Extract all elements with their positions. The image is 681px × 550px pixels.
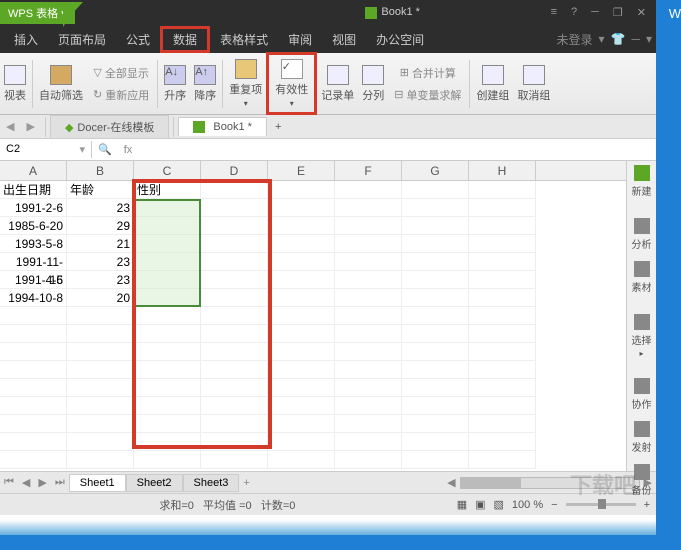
chevron-right-icon: ▸ xyxy=(639,349,643,358)
app-name-badge[interactable]: WPS 表格 ▾ xyxy=(0,2,75,24)
chevron-down-icon: ▾ xyxy=(290,99,294,108)
column-headers[interactable]: ABCDEFGH xyxy=(0,161,626,181)
name-box[interactable]: C2 ▾ xyxy=(0,141,92,158)
sort-desc-button[interactable]: A↑降序 xyxy=(190,63,220,105)
menu-formula[interactable]: 公式 xyxy=(116,26,160,53)
external-text: W xyxy=(669,6,681,21)
data-rows[interactable]: 出生日期年龄性别 1991-2-623 1985-6-2029 1993-5-8… xyxy=(0,181,626,469)
tab-prev-icon[interactable]: ◀ xyxy=(0,120,20,133)
minimize-button[interactable]: ─ xyxy=(591,6,599,19)
close-button[interactable]: ✕ xyxy=(637,6,646,19)
fx-icon[interactable]: 🔍 xyxy=(92,143,118,156)
formula-bar: C2 ▾ 🔍 fx xyxy=(0,139,656,161)
sheet-first-icon[interactable]: ⏮ xyxy=(0,476,18,489)
menu-office-space[interactable]: 办公空间 xyxy=(366,26,434,53)
sheet-prev-icon[interactable]: ◀ xyxy=(18,476,34,489)
hscrollbar[interactable] xyxy=(460,477,640,489)
zoom-level[interactable]: 100 % xyxy=(512,499,543,511)
chevron-down-icon: ▾ xyxy=(61,8,67,20)
zoom-in-button[interactable]: + xyxy=(644,499,650,511)
sheet-last-icon[interactable]: ⏭ xyxy=(51,476,69,489)
menu-page-layout[interactable]: 页面布局 xyxy=(48,26,116,53)
chevron-down-icon: ▾ xyxy=(79,143,85,156)
menu-data[interactable]: 数据 xyxy=(160,26,210,53)
formula-input[interactable] xyxy=(138,144,656,156)
side-analyze[interactable]: 分析 xyxy=(632,218,652,251)
new-tab-button[interactable]: + xyxy=(267,121,289,133)
fx-label[interactable]: fx xyxy=(118,144,139,156)
tab-docer[interactable]: ◆Docer-在线模板 xyxy=(50,115,169,138)
chevron-down-icon: ▾ xyxy=(244,99,248,108)
hscroll-left-icon[interactable]: ◀ xyxy=(443,476,459,489)
spreadsheet-grid[interactable]: ABCDEFGH 出生日期年龄性别 1991-2-623 1985-6-2029… xyxy=(0,161,626,471)
sheet-tab-1[interactable]: Sheet1 xyxy=(69,474,126,492)
auto-filter-button[interactable]: 自动筛选 xyxy=(35,63,87,105)
pivot-table-button[interactable]: 视表 xyxy=(0,63,30,105)
side-collab[interactable]: 协作 xyxy=(632,378,652,411)
show-all-icon: ▽ xyxy=(93,66,101,79)
status-count: 计数=0 xyxy=(261,500,296,512)
docer-icon: ◆ xyxy=(65,121,73,134)
menu-bar: 插入 页面布局 公式 数据 表格样式 审阅 视图 办公空间 未登录 ▾ 👕 ─ … xyxy=(0,25,656,53)
reapply-button[interactable]: 重新应用 xyxy=(105,87,149,103)
consolidate-icon: ⊞ xyxy=(400,66,409,79)
chevron-down-icon[interactable]: ▾ xyxy=(646,32,652,46)
document-tab-bar: ◀ ▶ ◆Docer-在线模板 Book1 * + xyxy=(0,115,656,139)
view-break-icon[interactable]: ▧ xyxy=(494,498,504,511)
tab-book1[interactable]: Book1 * xyxy=(178,117,267,136)
side-new[interactable]: 新建 xyxy=(632,165,652,198)
ungroup-button[interactable]: 取消组 xyxy=(513,63,554,105)
tab-next-icon[interactable]: ▶ xyxy=(20,120,40,133)
side-material[interactable]: 素材 xyxy=(632,261,652,294)
side-send[interactable]: 发射 xyxy=(632,421,652,454)
sheet-tab-bar: ⏮ ◀ ▶ ⏭ Sheet1 Sheet2 Sheet3 + ◀ ▶ xyxy=(0,471,656,493)
zoom-slider[interactable] xyxy=(566,503,636,506)
duplicates-button[interactable]: 重复项▾ xyxy=(225,57,266,110)
skin-icon[interactable]: 👕 xyxy=(611,32,626,46)
sheet-tab-3[interactable]: Sheet3 xyxy=(183,474,240,492)
help-icon[interactable]: ? xyxy=(571,6,577,19)
solver-icon: ⊟ xyxy=(394,88,403,101)
show-all-button[interactable]: 全部显示 xyxy=(105,65,149,81)
doc-icon xyxy=(365,7,377,19)
menu-review[interactable]: 审阅 xyxy=(278,26,322,53)
view-normal-icon[interactable]: ▦ xyxy=(457,498,467,511)
group-button[interactable]: 创建组 xyxy=(472,63,513,105)
title-bar: WPS 表格 ▾ Book1 * ≡ ? ─ ❐ ✕ xyxy=(0,0,656,25)
menu-icon[interactable]: ≡ xyxy=(551,6,557,19)
min-icon[interactable]: ─ xyxy=(631,32,640,46)
text-to-columns-button[interactable]: 分列 xyxy=(358,63,388,105)
status-sum: 求和=0 xyxy=(159,500,194,512)
document-title: Book1 * xyxy=(205,6,420,18)
status-bar: 求和=0 平均值 =0 计数=0 ▦ ▣ ▧ 100 % − + xyxy=(0,493,656,515)
menu-view[interactable]: 视图 xyxy=(322,26,366,53)
view-page-icon[interactable]: ▣ xyxy=(475,498,485,511)
side-select[interactable]: 选择▸ xyxy=(632,314,652,358)
reapply-icon: ↻ xyxy=(93,88,102,101)
side-panel: 新建 分析 素材 选择▸ 协作 发射 备份 xyxy=(626,161,656,471)
validity-button[interactable]: ✓有效性▾ xyxy=(271,57,312,110)
doc-icon xyxy=(193,121,205,133)
form-button[interactable]: 记录单 xyxy=(317,63,358,105)
solver-button[interactable]: 单变量求解 xyxy=(406,87,461,103)
taskbar xyxy=(0,520,656,535)
sheet-tab-2[interactable]: Sheet2 xyxy=(126,474,183,492)
ribbon-toolbar: 视表 自动筛选 ▽ 全部显示 ↻重新应用 A↓升序 A↑降序 重复项▾ ✓有效性▾… xyxy=(0,53,656,115)
side-backup[interactable]: 备份 xyxy=(632,464,652,497)
menu-insert[interactable]: 插入 xyxy=(4,26,48,53)
sort-asc-button[interactable]: A↓升序 xyxy=(160,63,190,105)
filter-options: ▽ 全部显示 ↻重新应用 xyxy=(87,55,155,113)
menu-table-style[interactable]: 表格样式 xyxy=(210,26,278,53)
sheet-next-icon[interactable]: ▶ xyxy=(34,476,50,489)
data-tools: ⊞合并计算 ⊟单变量求解 xyxy=(388,55,467,113)
consolidate-button[interactable]: 合并计算 xyxy=(412,65,456,81)
add-sheet-button[interactable]: + xyxy=(239,477,253,489)
zoom-out-button[interactable]: − xyxy=(551,499,557,511)
restore-button[interactable]: ❐ xyxy=(613,6,623,19)
chevron-down-icon[interactable]: ▾ xyxy=(598,32,604,46)
login-status[interactable]: 未登录 xyxy=(556,31,592,48)
status-avg: 平均值 =0 xyxy=(203,500,252,512)
